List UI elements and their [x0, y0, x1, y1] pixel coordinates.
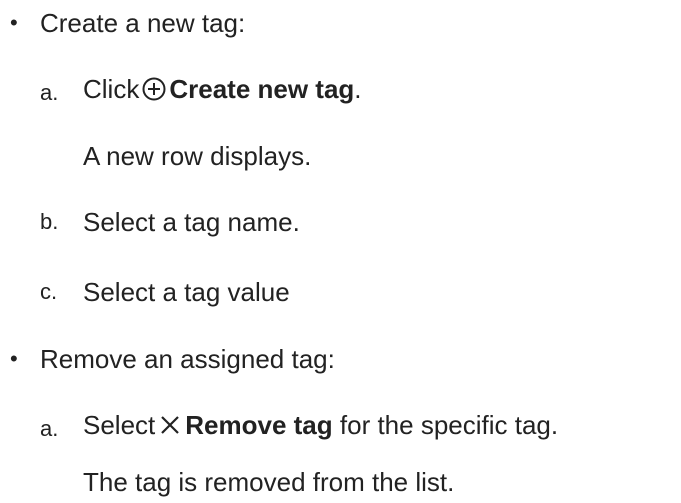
- step-text-specific-tag: for the specific tag.: [332, 410, 559, 440]
- document-page: { "sections": [ { "bullet": "•", "headin…: [0, 0, 681, 503]
- step-marker-a-remove: a.: [40, 416, 59, 441]
- step-text-select: Select: [83, 410, 156, 440]
- step-text-period: .: [354, 74, 362, 104]
- remove-tag-label: Remove tag: [185, 410, 333, 440]
- heading-remove-assigned-tag: Remove an assigned tag:: [40, 344, 335, 374]
- step-remove-select: Select Remove tag for the specific tag.: [83, 408, 558, 442]
- step-select-tag-name: Select a tag name.: [83, 207, 300, 237]
- step-marker-c: c.: [40, 279, 58, 304]
- step-text-click: Click: [83, 74, 140, 104]
- step-create-click: Click Create new tag.: [83, 72, 362, 106]
- step-marker-a: a.: [40, 80, 59, 105]
- step-result-new-row: A new row displays.: [83, 141, 312, 171]
- close-x-icon: [157, 412, 183, 438]
- step-select-tag-value: Select a tag value: [83, 277, 290, 307]
- plus-circle-icon: [141, 76, 167, 102]
- bullet-create-section: •: [10, 10, 18, 35]
- bullet-remove-section: •: [10, 346, 18, 371]
- heading-create-new-tag: Create a new tag:: [40, 8, 246, 38]
- step-marker-b: b.: [40, 209, 59, 234]
- create-new-tag-label: Create new tag: [169, 74, 355, 104]
- step-result-tag-removed: The tag is removed from the list.: [83, 467, 455, 497]
